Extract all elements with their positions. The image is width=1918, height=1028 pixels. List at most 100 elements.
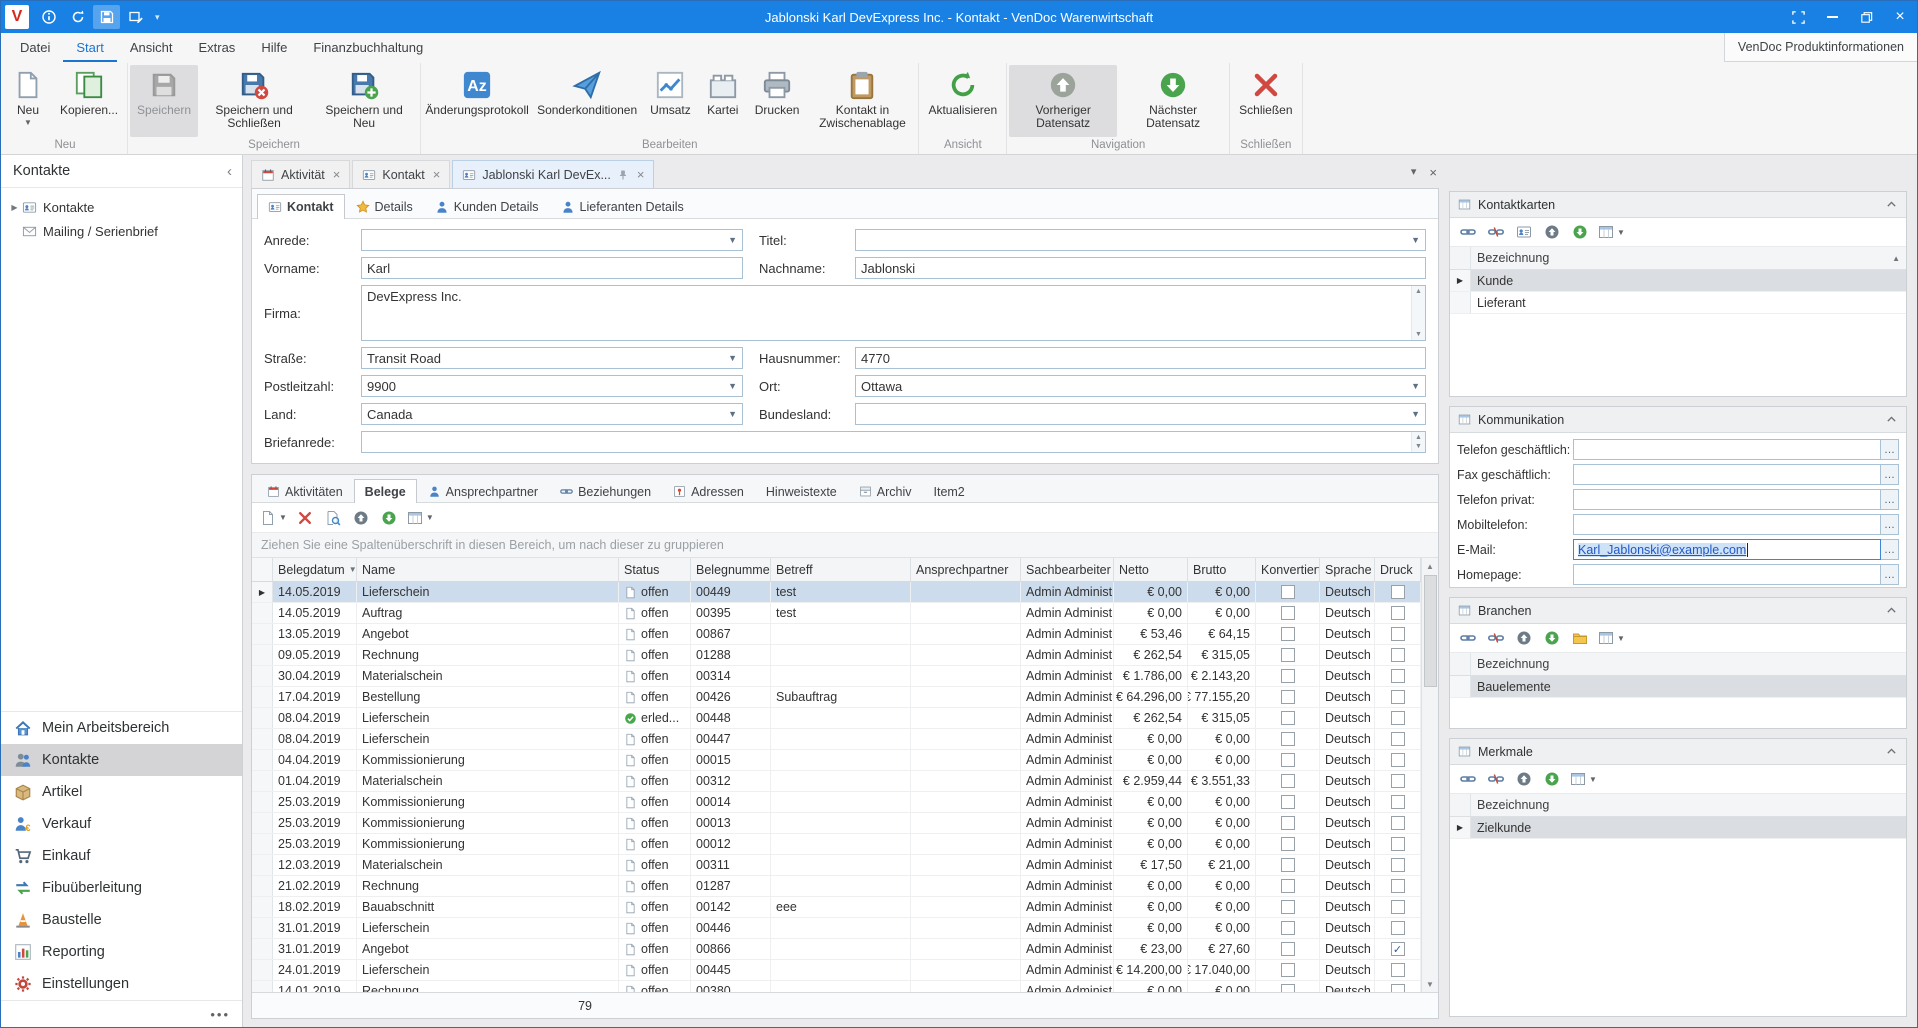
druck-checkbox[interactable]: [1391, 690, 1405, 704]
document-tab-aktivität[interactable]: Aktivität ×: [251, 160, 350, 188]
link-button[interactable]: [1455, 220, 1481, 244]
ribbon-button-kopieren[interactable]: Kopieren...: [53, 65, 125, 137]
unlink-button[interactable]: [1483, 626, 1509, 650]
chevron-down-icon[interactable]: ▼: [724, 235, 737, 245]
document-row[interactable]: 24.01.2019Lieferscheinoffen00445Admin Ad…: [252, 960, 1421, 981]
close-tab-icon[interactable]: ×: [637, 167, 645, 182]
hausnummer-input[interactable]: 4770: [855, 347, 1426, 369]
document-row[interactable]: 25.03.2019Kommissionierungoffen00013Admi…: [252, 813, 1421, 834]
close-button[interactable]: ×: [1883, 1, 1917, 33]
merkmale-row[interactable]: ▶ Zielkunde: [1450, 817, 1906, 839]
link-button[interactable]: [1455, 626, 1481, 650]
vertical-scrollbar[interactable]: ▲ ▼: [1421, 558, 1438, 992]
column-header-druck[interactable]: Druck: [1375, 558, 1421, 581]
scroll-down-icon[interactable]: ▼: [1422, 976, 1438, 992]
ellipsis-button[interactable]: …: [1881, 514, 1899, 535]
homepage-input[interactable]: [1573, 564, 1881, 585]
ribbon-button-umsatz[interactable]: Umsatz: [643, 65, 698, 137]
druck-checkbox[interactable]: [1391, 585, 1405, 599]
column-header-sprache[interactable]: Sprache: [1320, 558, 1375, 581]
document-row[interactable]: 30.04.2019Materialscheinoffen00314Admin …: [252, 666, 1421, 687]
minimize-button[interactable]: [1815, 1, 1849, 33]
branchen-row[interactable]: Bauelemente: [1450, 676, 1906, 698]
konvertiert-checkbox[interactable]: [1281, 816, 1295, 830]
document-row[interactable]: 25.03.2019Kommissionierungoffen00014Admi…: [252, 792, 1421, 813]
konvertiert-checkbox[interactable]: [1281, 627, 1295, 641]
collapse-icon[interactable]: [1885, 198, 1898, 211]
unlink-button[interactable]: [1483, 220, 1509, 244]
collapse-icon[interactable]: [1885, 745, 1898, 758]
sidebar-item-einkauf[interactable]: Einkauf: [1, 840, 242, 872]
belege-tab-belege[interactable]: Belege: [354, 479, 417, 503]
scrollbar[interactable]: ▲▼: [1411, 286, 1425, 340]
document-row[interactable]: 17.04.2019Bestellungoffen00426Subauftrag…: [252, 687, 1421, 708]
konvertiert-checkbox[interactable]: [1281, 732, 1295, 746]
column-header-status[interactable]: Status: [619, 558, 691, 581]
kontaktkarten-row[interactable]: ▶ Kunde: [1450, 270, 1906, 292]
edit-window-icon[interactable]: [122, 5, 149, 29]
chevron-down-icon[interactable]: ▼: [1407, 381, 1420, 391]
column-header-name[interactable]: Name: [357, 558, 619, 581]
fullscreen-button[interactable]: [1781, 1, 1815, 33]
quick-access-dropdown-icon[interactable]: ▾: [155, 12, 160, 23]
move-up-button[interactable]: [1511, 767, 1537, 791]
document-row[interactable]: 01.04.2019Materialscheinoffen00312Admin …: [252, 771, 1421, 792]
sidebar-item-fibuüberleitung[interactable]: Fibuüberleitung: [1, 872, 242, 904]
ribbon-button-neu[interactable]: Neu ▼: [5, 65, 51, 137]
druck-checkbox[interactable]: ✓: [1391, 942, 1405, 956]
kontaktkarten-row[interactable]: Lieferant: [1450, 292, 1906, 314]
close-tab-icon[interactable]: ×: [433, 167, 441, 182]
druck-checkbox[interactable]: [1391, 606, 1405, 620]
druck-checkbox[interactable]: [1391, 921, 1405, 935]
move-up-button[interactable]: [1511, 626, 1537, 650]
chevron-down-icon[interactable]: ▼: [1407, 235, 1420, 245]
konvertiert-checkbox[interactable]: [1281, 585, 1295, 599]
konvertiert-checkbox[interactable]: [1281, 900, 1295, 914]
restore-button[interactable]: [1849, 1, 1883, 33]
druck-checkbox[interactable]: [1391, 753, 1405, 767]
druck-checkbox[interactable]: [1391, 900, 1405, 914]
document-row[interactable]: 09.05.2019Rechnungoffen01288Admin Admini…: [252, 645, 1421, 666]
column-header-betreff[interactable]: Betreff: [771, 558, 911, 581]
belege-tab-adressen[interactable]: Adressen: [662, 479, 755, 503]
tree-item-kontakte[interactable]: ▶ Kontakte: [1, 195, 242, 219]
telefon-geschäftlich-input[interactable]: [1573, 439, 1881, 460]
konvertiert-checkbox[interactable]: [1281, 942, 1295, 956]
document-row[interactable]: 04.04.2019Kommissionierungoffen00015Admi…: [252, 750, 1421, 771]
tree-item-mailing-serienbrief[interactable]: Mailing / Serienbrief: [1, 219, 242, 243]
ribbon-button-drucken[interactable]: Drucken: [748, 65, 807, 137]
sidebar-item-einstellungen[interactable]: Einstellungen: [1, 968, 242, 1000]
collapse-icon[interactable]: [1885, 604, 1898, 617]
druck-checkbox[interactable]: [1391, 816, 1405, 830]
firma-textarea[interactable]: DevExpress Inc. ▲▼: [361, 285, 1426, 341]
chevron-down-icon[interactable]: ▼: [724, 353, 737, 363]
move-up-button[interactable]: [1539, 220, 1565, 244]
belege-tab-item2[interactable]: Item2: [923, 479, 976, 503]
konvertiert-checkbox[interactable]: [1281, 984, 1295, 992]
document-row[interactable]: 14.01.2019Rechnungoffen00380Admin Admini…: [252, 981, 1421, 992]
belege-tab-hinweistexte[interactable]: Hinweistexte: [755, 479, 848, 503]
ellipsis-button[interactable]: …: [1881, 439, 1899, 460]
move-down-button[interactable]: [1539, 767, 1565, 791]
ribbon-tab-datei[interactable]: Datei: [7, 33, 63, 62]
form-tab-details[interactable]: Details: [345, 194, 424, 219]
kontaktkarten-header[interactable]: Kontaktkarten: [1450, 192, 1906, 218]
e-mail-input[interactable]: Karl_Jablonski@example.com: [1573, 539, 1881, 560]
druck-checkbox[interactable]: [1391, 984, 1405, 992]
layout-button[interactable]: ▼: [404, 506, 437, 530]
column-header-bezeichnung[interactable]: Bezeichnung: [1450, 653, 1906, 676]
document-row[interactable]: 08.04.2019Lieferscheinerled...00448Admin…: [252, 708, 1421, 729]
konvertiert-checkbox[interactable]: [1281, 774, 1295, 788]
postleitzahl-combo[interactable]: 9900▼: [361, 375, 743, 397]
chevron-down-icon[interactable]: ▼: [724, 381, 737, 391]
layout-button[interactable]: ▼: [1595, 220, 1628, 244]
layout-button[interactable]: ▼: [1595, 626, 1628, 650]
druck-checkbox[interactable]: [1391, 858, 1405, 872]
folder-button[interactable]: [1567, 626, 1593, 650]
ribbon-button-speichern[interactable]: Speichern: [130, 65, 198, 137]
strasse-combo[interactable]: Transit Road▼: [361, 347, 743, 369]
close-tab-icon[interactable]: ×: [333, 167, 341, 182]
ribbon-button-speichern-und-schließen[interactable]: Speichern und Schließen: [200, 65, 308, 137]
konvertiert-checkbox[interactable]: [1281, 669, 1295, 683]
form-tab-kontakt[interactable]: Kontakt: [257, 194, 345, 219]
